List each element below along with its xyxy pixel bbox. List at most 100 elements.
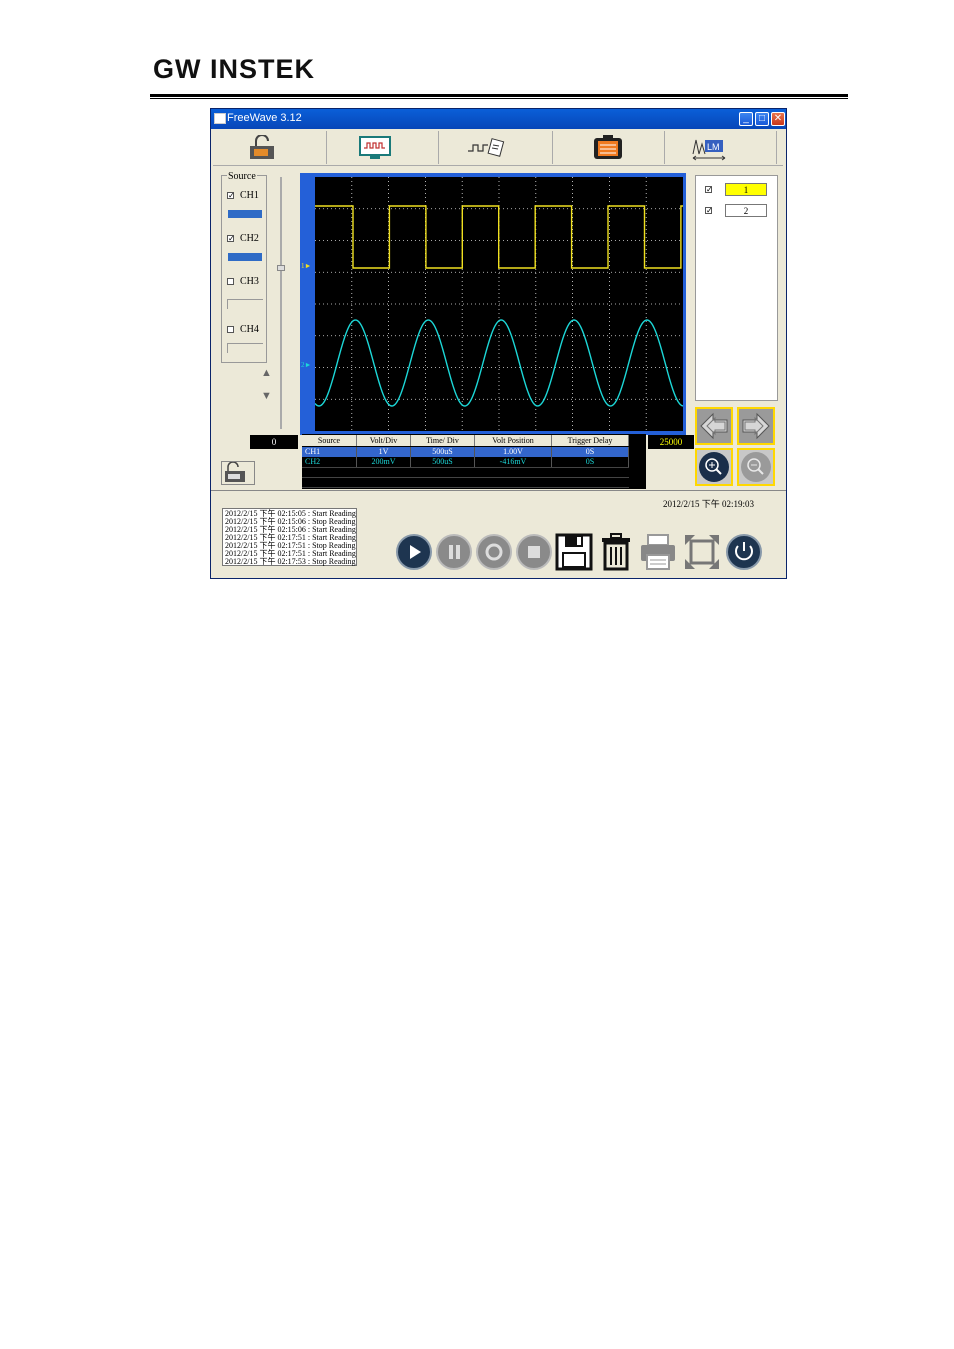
ch4-color-bar (227, 343, 263, 353)
play-icon (396, 534, 432, 570)
brand-logo: GW INSTEK (153, 54, 315, 84)
vertical-slider-thumb[interactable] (277, 265, 285, 271)
ch4-checkbox[interactable] (227, 326, 234, 333)
ch2-position-marker[interactable]: 2► (301, 361, 311, 369)
channel-table: Source Volt/Div Time/ Div Volt Position … (302, 434, 646, 489)
channel-down-arrow[interactable]: ▼ (261, 390, 272, 402)
table-row-divider (302, 467, 629, 468)
pause-icon (436, 534, 472, 570)
title-bar[interactable]: FreeWave 3.12 _ □ ✕ (211, 109, 786, 129)
wave2-checkbox[interactable]: ✓ (705, 207, 713, 215)
table-row[interactable]: CH1 1V 500uS 1.00V 0S (302, 447, 629, 457)
wave-tool-icon (468, 138, 505, 157)
save-button[interactable] (555, 533, 593, 571)
pause-button[interactable] (435, 533, 473, 571)
stop-button[interactable] (515, 533, 553, 571)
table-cell: 1V (357, 447, 411, 457)
range-end-value: 25000 (648, 435, 694, 449)
header-rule-thin (150, 98, 848, 99)
event-log[interactable]: 2012/2/15 下午 02:15:05 : Start Reading 20… (222, 508, 357, 566)
ch1-label: CH1 (240, 190, 259, 201)
ch1-checkbox[interactable]: ✓ (227, 192, 235, 200)
delete-button[interactable] (597, 533, 635, 571)
col-trigger-delay: Trigger Delay (552, 435, 629, 446)
header-rule (150, 94, 848, 97)
wave1-checkbox[interactable]: ✓ (705, 186, 713, 194)
window-title: FreeWave 3.12 (227, 112, 302, 124)
col-time-div: Time/ Div (411, 435, 475, 446)
zoom-in-button[interactable] (695, 448, 733, 486)
lock-icon (225, 461, 245, 482)
close-button[interactable]: ✕ (771, 112, 785, 126)
vertical-slider-track[interactable] (280, 177, 282, 429)
col-volt-div: Volt/Div (357, 435, 411, 446)
double-right-arrow-icon (742, 412, 770, 440)
power-button[interactable] (725, 533, 763, 571)
maximize-button[interactable]: □ (755, 112, 769, 126)
channel-up-arrow[interactable]: ▲ (261, 367, 272, 379)
zoom-out-icon (741, 452, 771, 482)
lock-tool-icon (250, 135, 274, 159)
freewave-window: FreeWave 3.12 _ □ ✕ LM Source ✓ CH1 ✓ CH… (210, 108, 787, 579)
ch2-checkbox[interactable]: ✓ (227, 235, 235, 243)
waveform-plot (314, 177, 684, 431)
status-separator (211, 490, 786, 491)
record-button[interactable] (475, 533, 513, 571)
print-icon (641, 534, 675, 570)
stop-icon (516, 534, 552, 570)
fullscreen-icon (685, 535, 719, 569)
col-volt-position: Volt Position (475, 435, 552, 446)
ch3-color-bar (227, 299, 263, 309)
ch1-color-bar (228, 210, 262, 218)
scope-display[interactable] (314, 177, 684, 431)
play-button[interactable] (395, 533, 433, 571)
fullscreen-button[interactable] (683, 533, 721, 571)
table-cell: CH2 (302, 457, 357, 467)
record-icon (476, 534, 512, 570)
lock-tool-button[interactable] (213, 131, 327, 164)
app-icon (214, 113, 226, 124)
memory-tool-button[interactable] (553, 131, 665, 164)
lock-toggle-button[interactable] (221, 461, 255, 485)
wave-tool-button[interactable] (439, 131, 553, 164)
main-toolbar: LM (213, 131, 783, 166)
monitor-tool-icon (359, 136, 391, 159)
wave2-label[interactable]: 2 (725, 204, 767, 217)
memory-tool-icon (594, 135, 622, 159)
ch2-label: CH2 (240, 233, 259, 244)
ch1-position-marker[interactable]: 1► (301, 262, 311, 270)
table-cell: 500uS (411, 457, 475, 467)
lm-label: LM (707, 142, 720, 152)
table-cell: 0S (552, 447, 629, 457)
lm-tool-button[interactable]: LM (665, 131, 777, 164)
scroll-left-button[interactable] (695, 407, 733, 445)
col-source: Source (302, 435, 357, 446)
double-left-arrow-icon (700, 412, 728, 440)
monitor-tool-button[interactable] (327, 131, 439, 164)
table-cell: CH1 (302, 447, 357, 457)
table-cell: 0S (552, 457, 629, 467)
table-cell: 200mV (357, 457, 411, 467)
table-row-divider (302, 477, 629, 478)
table-row[interactable]: CH2 200mV 500uS -416mV 0S (302, 457, 629, 467)
table-cell: 1.00V (475, 447, 552, 457)
scroll-right-button[interactable] (737, 407, 775, 445)
zoom-in-icon (699, 452, 729, 482)
wave1-label[interactable]: 1 (725, 183, 767, 196)
ch2-color-bar (228, 253, 262, 261)
power-icon (726, 534, 762, 570)
source-legend: Source (227, 171, 257, 182)
table-cell: 500uS (411, 447, 475, 457)
zoom-out-button[interactable] (737, 448, 775, 486)
table-row-divider (302, 487, 629, 488)
minimize-button[interactable]: _ (739, 112, 753, 126)
range-start-value: 0 (250, 435, 298, 449)
ch3-label: CH3 (240, 276, 259, 287)
current-datetime: 2012/2/15 下午 02:19:03 (663, 499, 755, 509)
save-icon (555, 533, 593, 571)
ch4-label: CH4 (240, 324, 259, 335)
print-button[interactable] (639, 533, 677, 571)
log-line: 2012/2/15 下午 02:17:53 : Stop Reading (225, 557, 356, 566)
table-header: Source Volt/Div Time/ Div Volt Position … (302, 435, 629, 446)
ch3-checkbox[interactable] (227, 278, 234, 285)
